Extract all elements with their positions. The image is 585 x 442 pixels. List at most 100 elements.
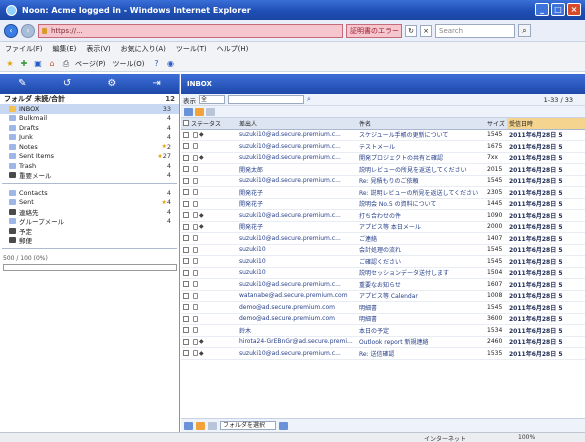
table-row[interactable]: demo@ad.secure.premium.com 明細書 3600 2011年6月… bbox=[181, 313, 585, 325]
row-checkbox[interactable] bbox=[183, 189, 189, 196]
row-checkbox[interactable] bbox=[183, 200, 189, 207]
row-checkbox[interactable] bbox=[183, 315, 189, 322]
print-icon[interactable]: ⎙ bbox=[61, 59, 71, 69]
row-checkbox[interactable] bbox=[183, 304, 189, 311]
subject-cell[interactable]: 説明セッションデータ送付します bbox=[357, 267, 485, 279]
folder-item[interactable]: Bulkmail 4 bbox=[0, 114, 179, 124]
folder-item[interactable]: Drafts 4 bbox=[0, 123, 179, 133]
row-checkbox[interactable] bbox=[183, 292, 189, 299]
zoom-level[interactable]: 100% bbox=[518, 434, 535, 441]
url-field[interactable]: https://... bbox=[38, 23, 343, 38]
row-checkbox[interactable] bbox=[183, 154, 189, 161]
subject-cell[interactable]: ご連絡 bbox=[357, 232, 485, 245]
row-checkbox-cell[interactable] bbox=[181, 175, 189, 187]
row-checkbox[interactable] bbox=[183, 212, 189, 219]
select-all-checkbox[interactable] bbox=[181, 118, 189, 130]
back-button[interactable]: ‹ bbox=[4, 23, 18, 38]
table-row[interactable]: suzuki10 会計処理の流れ 1545 2011年6月28日 5 bbox=[181, 244, 585, 256]
delete-icon[interactable] bbox=[206, 107, 215, 116]
row-checkbox[interactable] bbox=[183, 177, 189, 184]
search-input[interactable]: Search bbox=[435, 23, 515, 38]
table-row[interactable]: 開発太郎 説明レビューの所見を返送してください 2015 2011年6月28日 5 bbox=[181, 163, 585, 176]
move-go-icon[interactable] bbox=[279, 421, 288, 430]
table-row[interactable]: ◆ suzuki10@ad.secure.premium.c... 打ち合わせの件 1… bbox=[181, 209, 585, 222]
page-menu[interactable]: ページ(P) bbox=[75, 59, 106, 69]
table-row[interactable]: suzuki10@ad.secure.premium.c... Re: 見積もりの… bbox=[181, 175, 585, 187]
from-cell[interactable]: 開発花子 bbox=[237, 198, 357, 210]
row-checkbox[interactable] bbox=[183, 143, 189, 150]
move-icon[interactable] bbox=[184, 421, 193, 430]
subject-cell[interactable]: Re: 説明レビューの所見を返送してください bbox=[357, 186, 485, 199]
row-checkbox-cell[interactable] bbox=[181, 140, 189, 153]
from-cell[interactable]: 開発太郎 bbox=[237, 163, 357, 176]
stop-icon[interactable]: × bbox=[420, 24, 432, 37]
filter-select[interactable]: 全 bbox=[199, 95, 225, 104]
folder-item[interactable]: 予定 bbox=[0, 226, 179, 236]
from-cell[interactable]: suzuki10@ad.secure.premium.c... bbox=[237, 140, 357, 153]
row-checkbox[interactable] bbox=[183, 223, 189, 230]
compose-icon[interactable]: ✎ bbox=[17, 79, 27, 89]
delete-icon[interactable] bbox=[208, 421, 217, 430]
subject-cell[interactable]: 本日の予定 bbox=[357, 324, 485, 337]
help-icon[interactable]: ? bbox=[152, 59, 162, 69]
table-row[interactable]: ◆ 開発花子 アプビス等 本日メール 2000 2011年6月28日 5 bbox=[181, 221, 585, 233]
add-favorite-icon[interactable]: ✚ bbox=[19, 59, 29, 69]
research-icon[interactable]: ◉ bbox=[166, 59, 176, 69]
folder-item[interactable]: INBOX 33 bbox=[0, 104, 179, 114]
menu-edit[interactable]: 編集(E) bbox=[53, 44, 77, 54]
from-cell[interactable]: suzuki10@ad.secure.premium.c... bbox=[237, 278, 357, 291]
column-status[interactable]: ステータス bbox=[189, 118, 237, 130]
from-cell[interactable]: demo@ad.secure.premium.com bbox=[237, 313, 357, 325]
subject-cell[interactable]: 会計処理の流れ bbox=[357, 244, 485, 256]
from-cell[interactable]: watanabe@ad.secure.premium.com bbox=[237, 290, 357, 302]
move-folder-select[interactable]: フォルダを選択 bbox=[220, 421, 276, 430]
mail-icon[interactable] bbox=[196, 421, 205, 430]
folder-item[interactable]: Notes ★ 2 bbox=[0, 142, 179, 152]
from-cell[interactable]: suzuki10@ad.secure.premium.c... bbox=[237, 347, 357, 360]
favorites-star-icon[interactable]: ★ bbox=[5, 59, 15, 69]
table-row[interactable]: 開発花子 説明会 No.5 の資料について 1445 2011年6月28日 5 bbox=[181, 198, 585, 210]
row-checkbox-cell[interactable] bbox=[181, 209, 189, 222]
row-checkbox[interactable] bbox=[183, 166, 189, 173]
row-checkbox-cell[interactable] bbox=[181, 221, 189, 233]
reply-icon[interactable]: ↺ bbox=[62, 79, 72, 89]
table-row[interactable]: suzuki10@ad.secure.premium.c... 重要なお知らせ 16… bbox=[181, 278, 585, 291]
row-checkbox[interactable] bbox=[183, 258, 189, 265]
from-cell[interactable]: suzuki10@ad.secure.premium.c... bbox=[237, 129, 357, 141]
folder-item[interactable]: Sent Items ★ 27 bbox=[0, 152, 179, 162]
subject-cell[interactable]: 説明会 No.5 の資料について bbox=[357, 198, 485, 210]
tabs-icon[interactable]: ▣ bbox=[33, 59, 43, 69]
row-checkbox-cell[interactable] bbox=[181, 324, 189, 337]
row-checkbox[interactable] bbox=[183, 131, 189, 138]
table-row[interactable]: 鈴木 本日の予定 1534 2011年6月28日 5 bbox=[181, 324, 585, 337]
magnifier-icon[interactable]: ⌕ bbox=[518, 24, 531, 37]
menu-tools[interactable]: ツール(T) bbox=[176, 44, 207, 54]
from-cell[interactable]: suzuki10@ad.secure.premium.c... bbox=[237, 232, 357, 245]
folder-item[interactable]: グループメール 4 bbox=[0, 217, 179, 226]
table-row[interactable]: ◆ suzuki10@ad.secure.premium.c... 開発プロジェクト… bbox=[181, 152, 585, 164]
table-row[interactable]: suzuki10@ad.secure.premium.c... ご連絡 1407 20… bbox=[181, 232, 585, 245]
subject-cell[interactable]: 明細書 bbox=[357, 313, 485, 325]
table-row[interactable]: suzuki10 説明セッションデータ送付します 1504 2011年6月28日 5 bbox=[181, 267, 585, 279]
row-checkbox[interactable] bbox=[183, 350, 189, 357]
from-cell[interactable]: suzuki10 bbox=[237, 244, 357, 256]
row-checkbox[interactable] bbox=[183, 327, 189, 334]
subject-cell[interactable]: アプビス等 本日メール bbox=[357, 221, 485, 233]
row-checkbox-cell[interactable] bbox=[181, 255, 189, 268]
menu-file[interactable]: ファイル(F) bbox=[5, 44, 43, 54]
search-icon[interactable]: ⌕ bbox=[307, 95, 316, 104]
folder-item[interactable]: Junk 4 bbox=[0, 133, 179, 143]
minimize-button[interactable]: _ bbox=[535, 3, 549, 16]
row-checkbox-cell[interactable] bbox=[181, 163, 189, 176]
table-row[interactable]: watanabe@ad.secure.premium.com アプビス等 Cale… bbox=[181, 290, 585, 302]
table-row[interactable]: demo@ad.secure.premium.com 明細書 1545 2011年6月… bbox=[181, 301, 585, 314]
from-cell[interactable]: 開発花子 bbox=[237, 186, 357, 199]
move-icon[interactable] bbox=[184, 107, 193, 116]
logout-icon[interactable]: ⇥ bbox=[152, 79, 162, 89]
row-checkbox-cell[interactable] bbox=[181, 347, 189, 360]
subject-cell[interactable]: Re: 見積もりのご依頼 bbox=[357, 175, 485, 187]
table-row[interactable]: suzuki10@ad.secure.premium.c... テストメール 167… bbox=[181, 140, 585, 153]
row-checkbox-cell[interactable] bbox=[181, 290, 189, 302]
folder-item[interactable]: 重要メール 4 bbox=[0, 171, 179, 180]
from-cell[interactable]: 鈴木 bbox=[237, 324, 357, 337]
